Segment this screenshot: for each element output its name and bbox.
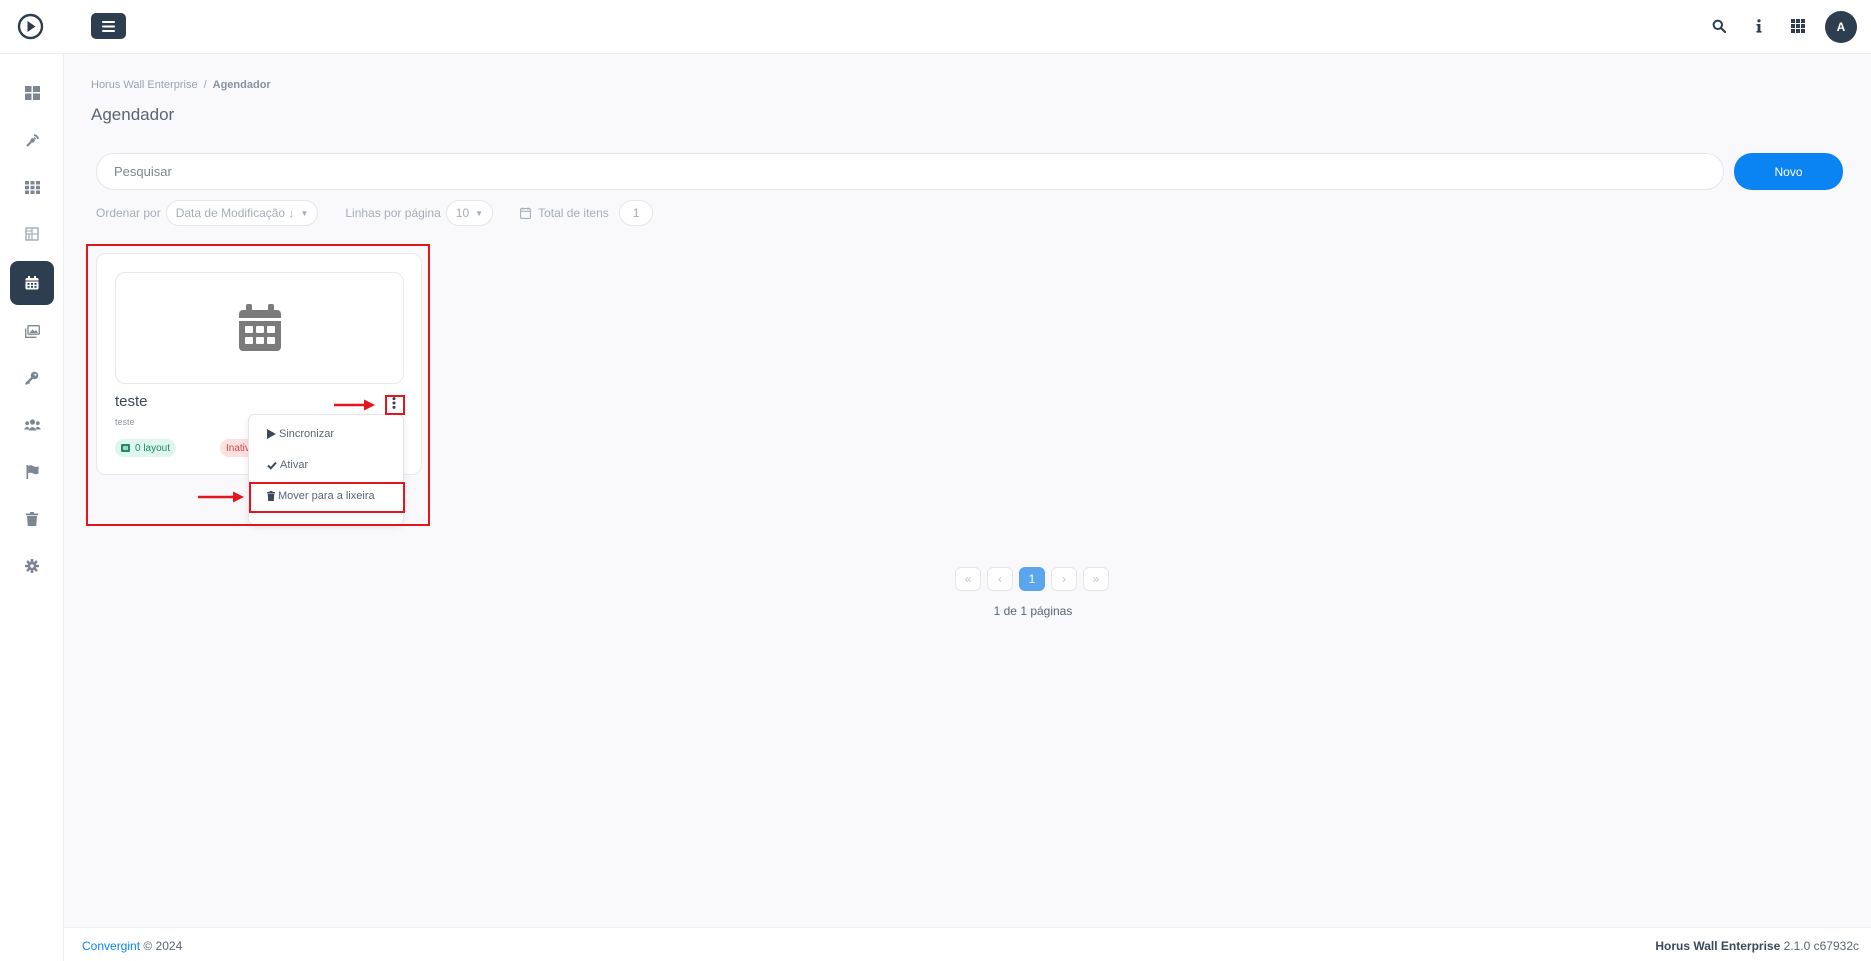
company-link[interactable]: Convergint (82, 939, 140, 953)
annotation-arrow-icon (334, 399, 375, 411)
annotation-arrow-icon (198, 491, 244, 503)
breadcrumb-current: Agendador (212, 79, 271, 91)
prev-page-button[interactable]: ‹ (987, 567, 1013, 591)
footer-copyright: Convergint © 2024 (82, 939, 182, 953)
pagination: « ‹ 1 › » (955, 567, 1115, 591)
rows-per-page-label: Linhas por página (345, 206, 441, 220)
sidebar-item-flags[interactable] (10, 450, 54, 494)
chevron-down-icon: ▼ (475, 208, 484, 218)
layout-icon (25, 227, 39, 241)
sidebar-item-media[interactable] (10, 309, 54, 353)
page-title: Agendador (91, 105, 175, 124)
calendar-icon (520, 207, 532, 219)
sidebar-item-broadcast[interactable] (10, 118, 54, 162)
last-page-button[interactable]: » (1083, 567, 1109, 591)
trash-icon (26, 512, 38, 526)
search-icon[interactable] (1709, 16, 1729, 36)
sidebar-item-layout[interactable] (10, 212, 54, 256)
search-input[interactable] (96, 153, 1724, 190)
page-button-current[interactable]: 1 (1019, 567, 1045, 591)
hamburger-icon (102, 20, 115, 32)
product-name: Horus Wall Enterprise (1655, 939, 1781, 953)
order-select[interactable]: Data de Modificação ↓ ▼ (165, 200, 319, 226)
new-button[interactable]: Novo (1734, 153, 1843, 190)
top-bar: A (0, 0, 1871, 54)
rows-per-page-select[interactable]: 10 ▼ (445, 200, 494, 226)
sidebar-item-scheduler[interactable] (10, 261, 54, 305)
main-content: Horus Wall Enterprise / Agendador Agendado… (64, 54, 1871, 927)
menu-toggle-button[interactable] (91, 13, 126, 39)
breadcrumb-separator: / (203, 79, 207, 91)
calendar-icon (25, 276, 39, 290)
breadcrumb: Horus Wall Enterprise / Agendador (91, 79, 271, 91)
sidebar-item-dashboard[interactable] (10, 71, 54, 115)
chevron-right-icon: › (1062, 572, 1066, 586)
chevron-left-icon: ‹ (998, 572, 1002, 586)
rows-per-page-value: 10 (455, 206, 470, 220)
media-icon (24, 324, 40, 338)
app-logo-icon[interactable] (17, 13, 44, 40)
double-chevron-left-icon: « (964, 572, 972, 586)
order-select-value: Data de Modificação ↓ (175, 206, 295, 220)
page-info: 1 de 1 páginas (993, 604, 1073, 618)
key-icon (25, 371, 39, 385)
version-text: 2.1.0 c67932c (1783, 939, 1859, 953)
first-page-button[interactable]: « (955, 567, 981, 591)
flag-icon (26, 465, 38, 479)
settings-icon (25, 559, 39, 573)
total-items-count: 1 (618, 200, 654, 226)
apps-icon[interactable] (1788, 16, 1808, 36)
next-page-button[interactable]: › (1051, 567, 1077, 591)
chevron-down-icon: ▼ (300, 208, 309, 218)
footer-version: Horus Wall Enterprise 2.1.0 c67932c (1655, 939, 1859, 953)
sidebar-item-settings[interactable] (10, 544, 54, 588)
sidebar-item-trash[interactable] (10, 497, 54, 541)
user-avatar[interactable]: A (1825, 11, 1857, 43)
annotation-highlight-kebab (385, 395, 405, 415)
annotation-highlight-trash (249, 482, 405, 513)
broadcast-icon (25, 133, 39, 147)
breadcrumb-root[interactable]: Horus Wall Enterprise (91, 79, 198, 91)
copyright-text: © 2024 (143, 939, 183, 953)
grid-icon (24, 180, 40, 194)
dashboard-icon (24, 86, 40, 100)
info-icon[interactable] (1749, 16, 1769, 36)
sidebar (0, 54, 64, 961)
total-items-label: Total de itens (538, 206, 609, 220)
sidebar-item-users[interactable] (10, 403, 54, 447)
users-icon (23, 419, 41, 431)
sidebar-item-grid[interactable] (10, 165, 54, 209)
double-chevron-right-icon: » (1092, 572, 1100, 586)
sidebar-item-keys[interactable] (10, 356, 54, 400)
filters-bar: Ordenar por Data de Modificação ↓ ▼ Linha… (96, 200, 654, 226)
order-label: Ordenar por (96, 206, 161, 220)
footer: Convergint © 2024 Horus Wall Enterprise … (64, 927, 1871, 961)
